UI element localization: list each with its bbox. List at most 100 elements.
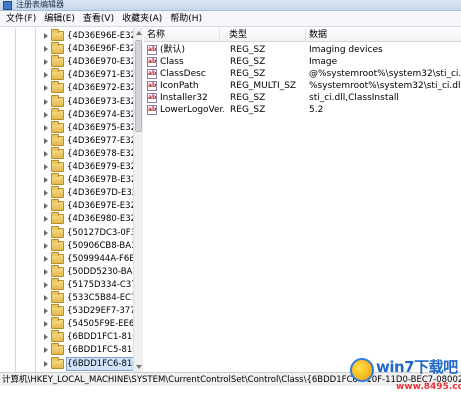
tree-item[interactable]: {4D36E980-E325 [44, 212, 134, 225]
tree-item-label: {54505F9E-EE66 [67, 319, 134, 330]
menu-help[interactable]: 帮助(H) [166, 11, 206, 27]
expand-arrow-icon[interactable] [44, 203, 48, 210]
value-type: REG_SZ [230, 69, 266, 79]
tree-item-label: {4D36E97E-E325 [67, 201, 134, 212]
expand-arrow-icon[interactable] [44, 255, 48, 262]
registry-tree[interactable]: {4D36E96E-E325 {4D36E96F-E325 {4D36E970-E3… [0, 28, 143, 372]
tree-item[interactable]: {533C5B84-EC70 [44, 291, 134, 304]
expand-arrow-icon[interactable] [44, 150, 48, 157]
value-row[interactable]: ab Installer32 REG_SZ sti_ci.dll,ClassInsta… [144, 92, 461, 104]
tree-item[interactable]: {4D36E977-E325 [44, 133, 134, 147]
tree-item[interactable]: {4D36E974-E325 [44, 107, 134, 121]
tree-item[interactable]: {4D36E96E-E325 [44, 29, 134, 42]
expand-arrow-icon[interactable] [44, 59, 48, 66]
expand-arrow-icon[interactable] [44, 360, 48, 367]
value-name: ClassDesc [160, 69, 206, 79]
expand-arrow-icon[interactable] [44, 98, 48, 105]
tree-item[interactable]: {6BDD1FC6-810F [44, 356, 135, 371]
expand-arrow-icon[interactable] [44, 137, 48, 144]
list-header: 名称 类型 数据 [144, 28, 461, 42]
tree-item[interactable]: {5099944A-F6B9 [44, 251, 134, 265]
tree-scrollbar[interactable] [133, 28, 143, 372]
tree-item[interactable]: {4D36E973-E325 [44, 94, 134, 108]
expand-arrow-icon[interactable] [44, 268, 48, 275]
value-name: LowerLogoVer... [160, 105, 224, 115]
folder-icon [51, 55, 64, 68]
tree-item[interactable]: {50906CB8-BA12 [44, 238, 134, 252]
tree-item[interactable]: {4D36E971-E325 [44, 68, 134, 81]
tree-item[interactable]: {50127DC3-0F36 [44, 225, 134, 239]
tree-item-label: {5175D334-C371 [67, 279, 134, 290]
folder-icon [51, 146, 64, 159]
tree-item-label: {4D36E977-E325 [67, 135, 134, 146]
tree-item[interactable]: {54505F9E-EE66 [44, 317, 134, 330]
tree-item[interactable]: {4D36E975-E325 [44, 120, 134, 134]
expand-arrow-icon[interactable] [44, 321, 48, 328]
tree-item[interactable]: {4D36E97B-E325 [44, 173, 134, 186]
tree-item[interactable]: {4D36E97D-E325 [44, 186, 134, 199]
expand-arrow-icon[interactable] [44, 164, 48, 170]
tree-item-label: {4D36E96F-E325 [67, 44, 134, 55]
expand-arrow-icon[interactable] [44, 229, 48, 236]
expand-arrow-icon[interactable] [44, 347, 48, 354]
expand-arrow-icon[interactable] [44, 216, 48, 223]
watermark-brand: win7下载吧 [376, 358, 458, 376]
value-row[interactable]: ab ClassDesc REG_SZ @%systemroot%\system32\… [144, 68, 461, 80]
value-data: @%systemroot%\system32\sti_ci.dll,-5 [309, 69, 461, 79]
value-row[interactable]: ab (默认) REG_SZ Imaging devices [144, 44, 461, 56]
expand-arrow-icon[interactable] [44, 295, 48, 301]
folder-icon [51, 330, 64, 343]
scroll-up-icon[interactable] [136, 31, 142, 35]
string-value-icon: ab [147, 45, 157, 55]
expand-arrow-icon[interactable] [44, 33, 48, 39]
tree-item[interactable]: {53D29EF7-377C [44, 304, 134, 317]
expand-arrow-icon[interactable] [44, 242, 48, 249]
expand-arrow-icon[interactable] [44, 190, 48, 197]
tree-item[interactable]: {4D36E970-E325 [44, 55, 134, 68]
value-row[interactable]: ab LowerLogoVer... REG_SZ 5.2 [144, 104, 461, 116]
menu-file[interactable]: 文件(F) [2, 11, 40, 27]
expand-arrow-icon[interactable] [44, 281, 48, 288]
value-row[interactable]: ab IconPath REG_MULTI_SZ %systemroot%\syste… [144, 80, 461, 92]
tree-item-label: {53D29EF7-377C [67, 306, 134, 317]
tree-item-label: {4D36E978-E325 [67, 148, 134, 159]
scroll-thumb[interactable] [135, 40, 142, 132]
folder-icon [51, 212, 64, 225]
tree-item[interactable]: {4D36E978-E325 [44, 146, 134, 160]
expand-arrow-icon[interactable] [44, 334, 48, 341]
expand-arrow-icon[interactable] [44, 72, 48, 79]
tree-item[interactable]: {5175D334-C371 [44, 277, 134, 291]
tree-item-label: {50127DC3-0F36 [67, 227, 134, 238]
value-row[interactable]: ab Class REG_SZ Image [144, 56, 461, 68]
tree-item-label: {50906CB8-BA12 [67, 240, 134, 251]
tree-item[interactable]: {6BDD1FC1-810F [44, 330, 134, 343]
menu-bar: 文件(F) 编辑(E) 查看(V) 收藏夹(A) 帮助(H) [0, 11, 461, 27]
expand-arrow-icon[interactable] [44, 308, 48, 315]
folder-icon [51, 120, 64, 133]
tree-item[interactable]: {50DD5230-BA8A [44, 264, 134, 278]
menu-view[interactable]: 查看(V) [79, 11, 118, 27]
expand-arrow-icon[interactable] [44, 46, 48, 53]
tree-item[interactable]: {4D36E979-E325 [44, 160, 134, 173]
tree-item[interactable]: {4D36E97E-E325 [44, 199, 134, 212]
tree-item[interactable]: {4D36E96F-E325 [44, 42, 134, 55]
tree-item[interactable]: {6BDD1FC5-810F [44, 343, 134, 356]
column-header-name[interactable]: 名称 [144, 28, 220, 42]
column-header-type[interactable]: 类型 [226, 28, 306, 42]
folder-icon [51, 356, 64, 369]
value-data: Image [309, 57, 338, 67]
expand-arrow-icon[interactable] [44, 111, 48, 118]
expand-arrow-icon[interactable] [44, 177, 48, 184]
value-name: (默认) [160, 45, 186, 55]
string-value-icon: ab [147, 69, 157, 79]
scroll-down-icon[interactable] [136, 365, 142, 369]
expand-arrow-icon[interactable] [44, 124, 48, 131]
values-list[interactable]: 名称 类型 数据 ab (默认) REG_SZ Imaging devices ab Cl… [144, 28, 461, 372]
value-data: Imaging devices [309, 45, 383, 55]
column-header-data[interactable]: 数据 [306, 28, 461, 42]
tree-item-label: {4D36E980-E325 [67, 214, 134, 225]
menu-favorites[interactable]: 收藏夹(A) [118, 11, 166, 27]
tree-item[interactable]: {4D36E972-E325 [44, 81, 134, 94]
menu-edit[interactable]: 编辑(E) [40, 11, 79, 27]
expand-arrow-icon[interactable] [44, 85, 48, 92]
